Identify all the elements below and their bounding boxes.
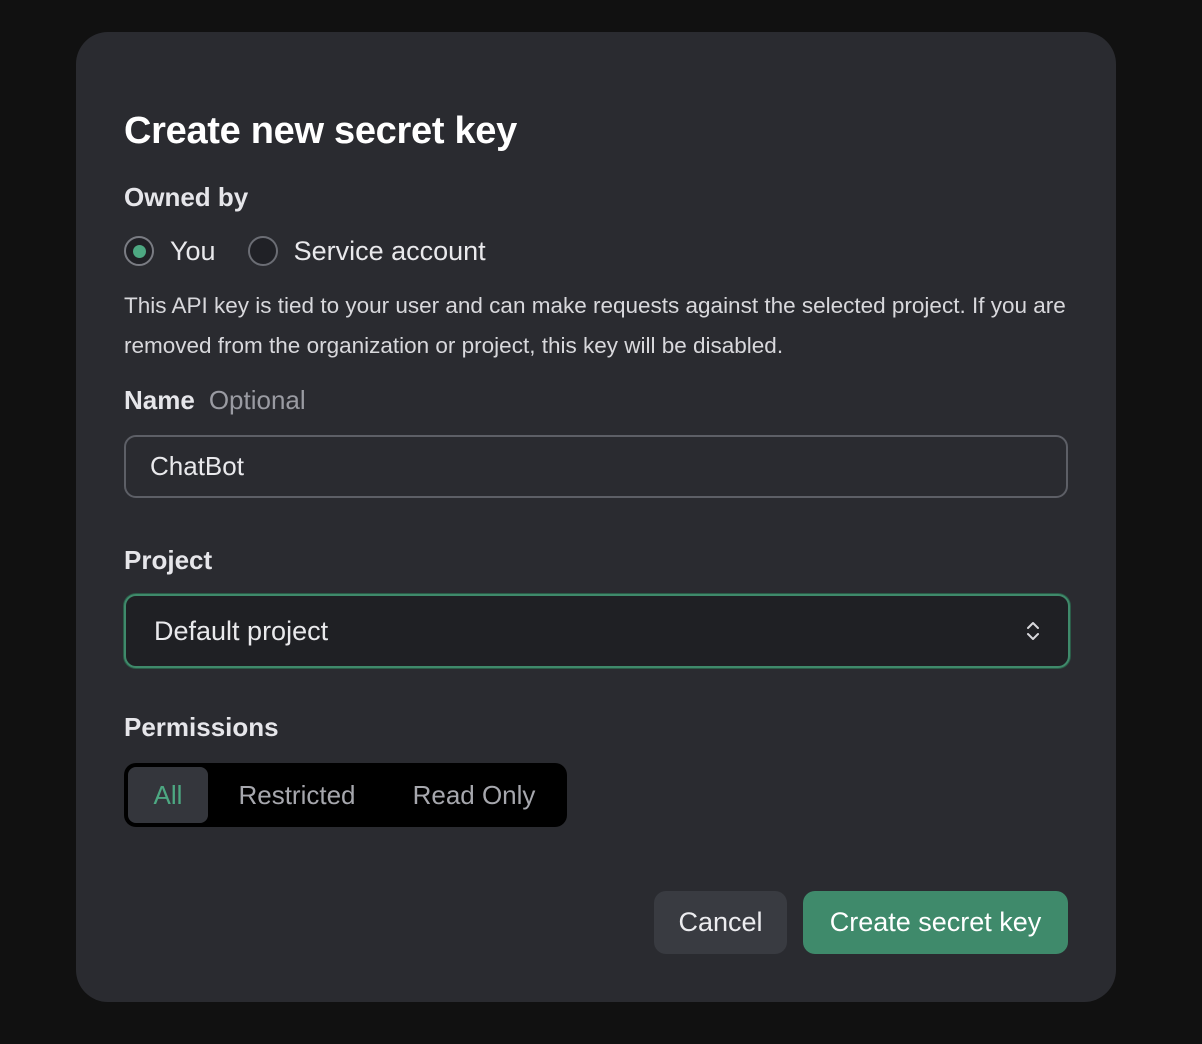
owned-by-description: This API key is tied to your user and ca… (124, 293, 1066, 358)
chevron-up-down-icon (1027, 622, 1039, 640)
name-label-row: Name Optional (124, 385, 306, 416)
owned-by-label: Owned by (124, 182, 249, 212)
radio-label-service-account: Service account (293, 235, 486, 266)
radio-button-you[interactable] (124, 236, 154, 266)
radio-button-service-account[interactable] (247, 236, 278, 266)
project-label: Project (124, 545, 213, 575)
permissions-segmented-control: All Restricted Read Only (124, 763, 567, 827)
cancel-button[interactable]: Cancel (654, 891, 787, 954)
radio-option-you[interactable]: You (124, 236, 216, 267)
permission-option-read-only[interactable]: Read Only (386, 767, 562, 823)
create-secret-key-dialog: Create new secret key Owned by You Servi… (76, 32, 1116, 1002)
radio-option-service-account[interactable]: Service account (247, 235, 486, 267)
project-select-value: Default project (154, 615, 329, 646)
optional-hint: Optional (208, 385, 306, 415)
create-secret-key-button[interactable]: Create secret key (803, 891, 1068, 954)
dialog-footer: Cancel Create secret key (654, 891, 1068, 954)
permissions-label: Permissions (124, 712, 279, 742)
permission-option-restricted[interactable]: Restricted (208, 767, 386, 823)
owned-by-radio-group: You Service account (124, 233, 518, 269)
name-label: Name (124, 385, 195, 415)
radio-selected-dot (132, 244, 146, 258)
permission-option-all[interactable]: All (128, 767, 208, 823)
project-select[interactable]: Default project (124, 594, 1070, 668)
name-input[interactable] (124, 435, 1068, 498)
radio-label-you: You (170, 235, 216, 266)
dialog-title: Create new secret key (124, 110, 517, 152)
